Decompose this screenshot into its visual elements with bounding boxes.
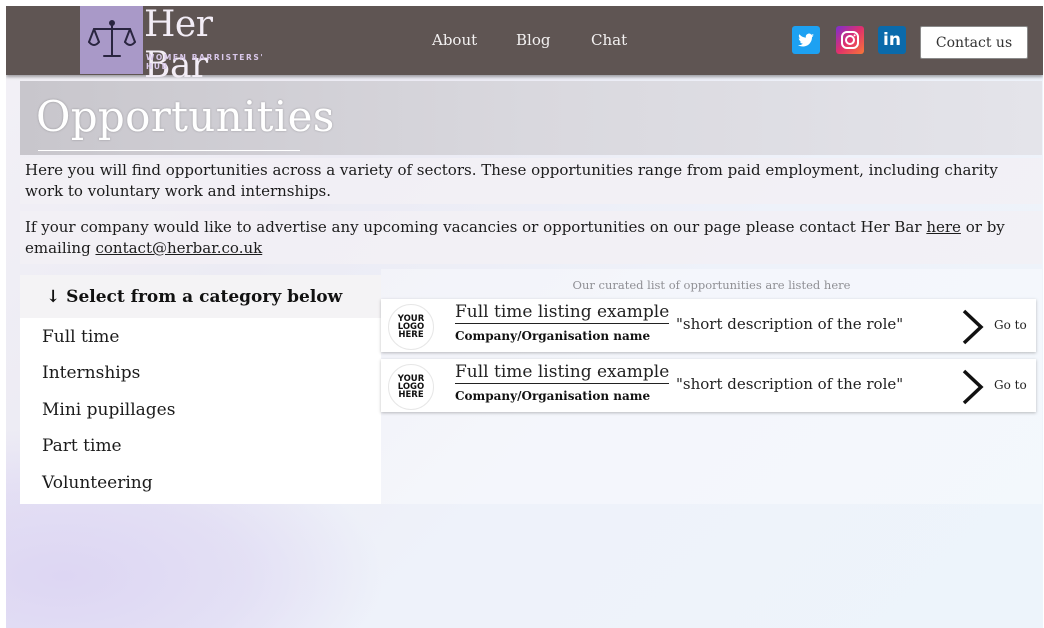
category-sidebar: ↓ Select from a category below Full time… — [20, 275, 381, 504]
listing-card[interactable]: YOUR LOGO HERE Full time listing example… — [381, 299, 1036, 352]
instagram-icon[interactable] — [836, 26, 864, 54]
opportunity-list: Our curated list of opportunities are li… — [381, 269, 1042, 504]
logo-subtitle: WOMEN BARRISTERS' HUB — [146, 53, 265, 71]
twitter-icon[interactable] — [792, 26, 820, 54]
page-frame: Her Bar WOMEN BARRISTERS' HUB About Blog… — [6, 6, 1043, 628]
listing-description: "short description of the role" — [676, 375, 904, 393]
category-internships[interactable]: Internships — [20, 355, 381, 391]
title-underline — [38, 150, 300, 151]
her-bar-logo[interactable]: Her Bar WOMEN BARRISTERS' HUB — [80, 6, 280, 86]
site-header: Her Bar WOMEN BARRISTERS' HUB About Blog… — [6, 6, 1043, 86]
company-logo-placeholder: YOUR LOGO HERE — [388, 364, 434, 410]
go-to-link[interactable]: Go to — [994, 318, 1027, 332]
listing-title[interactable]: Full time listing example — [455, 362, 670, 384]
linkedin-icon[interactable]: in — [878, 26, 906, 54]
page-title: Opportunities — [36, 92, 335, 141]
listing-company: Company/Organisation name — [455, 329, 651, 343]
advertise-text: If your company would like to advertise … — [25, 217, 1037, 259]
listing-title[interactable]: Full time listing example — [455, 302, 670, 324]
category-full-time[interactable]: Full time — [20, 319, 381, 355]
advertise-prefix: If your company would like to advertise … — [25, 218, 922, 236]
contact-us-button[interactable]: Contact us — [920, 26, 1028, 59]
chevron-right-icon[interactable] — [959, 368, 987, 406]
logo-line: HERE — [398, 390, 424, 400]
logo-title: Her Bar — [144, 6, 213, 86]
category-heading: ↓ Select from a category below — [20, 275, 381, 318]
chevron-right-icon[interactable] — [959, 308, 987, 346]
listing-description: "short description of the role" — [676, 315, 904, 333]
nav-about[interactable]: About — [432, 31, 477, 49]
advertise-band: If your company would like to advertise … — [20, 211, 1042, 264]
list-caption: Our curated list of opportunities are li… — [572, 278, 851, 292]
intro-text: Here you will find opportunities across … — [25, 161, 998, 200]
category-part-time[interactable]: Part time — [20, 428, 381, 464]
nav-blog[interactable]: Blog — [516, 31, 550, 49]
go-to-link[interactable]: Go to — [994, 378, 1027, 392]
category-mini-pupillages[interactable]: Mini pupillages — [20, 392, 381, 428]
intro-band: Here you will find opportunities across … — [20, 158, 1042, 204]
title-banner: Opportunities — [20, 81, 1042, 155]
company-logo-placeholder: YOUR LOGO HERE — [388, 304, 434, 350]
here-link[interactable]: here — [926, 218, 961, 236]
scales-of-justice-icon — [80, 6, 143, 74]
category-volunteering[interactable]: Volunteering — [20, 465, 381, 501]
logo-line: HERE — [398, 330, 424, 340]
listing-company: Company/Organisation name — [455, 389, 651, 403]
listing-card[interactable]: YOUR LOGO HERE Full time listing example… — [381, 359, 1036, 412]
nav-chat[interactable]: Chat — [591, 31, 627, 49]
email-link[interactable]: contact@herbar.co.uk — [95, 239, 262, 257]
